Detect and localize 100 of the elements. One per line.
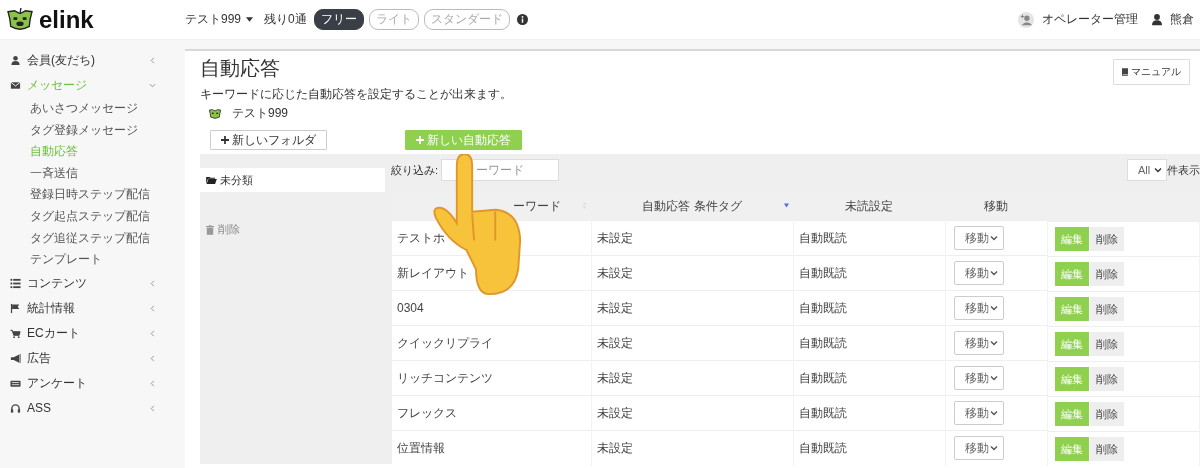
chevron-icon [989, 340, 998, 346]
logo-text: elink [39, 5, 94, 34]
sidebar-icon [10, 402, 21, 414]
add-user-icon[interactable] [1018, 11, 1034, 28]
book-icon [1122, 68, 1128, 76]
folder-icon [206, 176, 217, 184]
plus-icon [221, 136, 229, 144]
sidebar-icon [10, 277, 21, 289]
move-select[interactable]: 移動 [953, 296, 1004, 320]
operator-link[interactable]: オペレーター管理 [1042, 11, 1138, 28]
sidebar-item[interactable]: ASS [0, 395, 170, 421]
account-dropdown[interactable]: テスト999 [185, 11, 242, 28]
table-cell: 未設定 [591, 290, 793, 326]
sidebar-icon [10, 352, 21, 364]
chevron-icon [149, 57, 156, 64]
trash-icon [206, 224, 214, 235]
info-icon[interactable] [516, 14, 528, 25]
move-select[interactable]: 移動 [953, 436, 1004, 461]
move-select[interactable]: 移動 [953, 261, 1004, 285]
delete-button[interactable]: 削除 [1089, 367, 1124, 391]
chevron-icon [989, 445, 998, 452]
chevron-icon [149, 279, 156, 287]
plus-icon [416, 136, 424, 144]
sidebar-item[interactable]: アンケート [0, 370, 170, 396]
chevron-icon [989, 235, 998, 241]
dog-logo-icon [5, 7, 35, 32]
move-select[interactable]: 移動 [953, 366, 1004, 390]
sidebar-icon [10, 55, 21, 66]
table-cell: 自動既読 [793, 220, 945, 256]
table-cell: 未設定 [591, 360, 793, 396]
sidebar-subitem[interactable]: あいさつメッセージ [0, 98, 170, 120]
sidebar-item[interactable]: 統計情報 [0, 295, 170, 321]
page-description: キーワードに応じた自動応答を設定することが出来ます。 [200, 86, 513, 103]
filter-label: 絞り込み: [391, 162, 439, 178]
table-cell: 自動既読 [793, 360, 945, 396]
plan-badge: ライト [368, 9, 419, 30]
chevron-icon [149, 304, 156, 312]
folder-item[interactable]: 未分類 [200, 168, 385, 192]
page-size-select[interactable]: All [1127, 159, 1167, 181]
delete-button[interactable]: 削除 [1089, 227, 1124, 251]
table-cell: 自動既読 [793, 430, 945, 466]
move-select[interactable]: 移動 [953, 331, 1004, 355]
caret-icon [246, 17, 254, 22]
table-cell: リッチコンテンツ [392, 360, 591, 396]
chevron-icon [149, 404, 156, 412]
chevron-icon [149, 354, 156, 362]
sidebar-icon [10, 327, 21, 339]
sidebar-subitem[interactable]: テンプレート [0, 249, 170, 271]
chevron-icon [149, 329, 156, 337]
sidebar-item[interactable]: コンテンツ [0, 270, 170, 296]
sidebar-item[interactable]: 広告 [0, 345, 170, 371]
table-cell: 自動既読 [793, 325, 945, 361]
sidebar-icon [10, 80, 21, 91]
sidebar-item[interactable]: ECカート [0, 320, 170, 346]
table-cell: クイックリプライ [392, 325, 591, 361]
sidebar-subitem[interactable]: タグ起点ステップ配信 [0, 205, 170, 228]
user-name[interactable]: 熊倉 [1170, 11, 1194, 28]
chevron-icon [989, 410, 998, 416]
chevron-icon [989, 270, 998, 276]
chevron-icon [1154, 167, 1162, 173]
table-cell: フレックス [392, 395, 591, 431]
table-cell: 未設定 [591, 325, 793, 361]
table-cell: 未設定 [591, 220, 793, 256]
table-cell: 位置情報 [392, 430, 591, 466]
new-folder-button[interactable]: 新しいフォルダ [210, 130, 327, 150]
delete-button[interactable]: 削除 [1089, 332, 1124, 356]
user-icon [1152, 13, 1162, 26]
table-cell: 未設定 [591, 255, 793, 291]
chevron-icon [989, 305, 998, 311]
page-size-label: 件表示 [1167, 162, 1200, 178]
table-cell: 自動既読 [793, 395, 945, 431]
chevron-icon [149, 379, 156, 387]
table-cell: 未設定 [591, 430, 793, 466]
chevron-icon [989, 375, 998, 381]
move-select[interactable]: 移動 [953, 401, 1004, 425]
table-cell: 未設定 [591, 395, 793, 431]
table-cell: 自動既読 [793, 255, 945, 291]
column-header[interactable]: 移動 [945, 192, 1047, 221]
manual-button[interactable]: マニュアル [1113, 59, 1190, 85]
plan-badge: フリー [313, 9, 364, 30]
column-header[interactable]: 自動応答 条件タグ [591, 192, 793, 221]
sidebar-subitem[interactable]: 登録日時ステップ配信 [0, 184, 170, 206]
sidebar-icon [10, 302, 21, 314]
column-header[interactable]: 未読設定 [793, 192, 945, 221]
move-select[interactable]: 移動 [953, 226, 1004, 250]
delete-button[interactable]: 削除 [1089, 262, 1124, 286]
dog-avatar-icon [208, 107, 222, 120]
delete-button[interactable]: 削除 [1089, 297, 1124, 321]
sidebar-item[interactable]: 会員(友だち) [0, 48, 170, 73]
sidebar-subitem[interactable]: 一斉送信 [0, 162, 170, 185]
sidebar-subitem[interactable]: タグ登録メッセージ [0, 119, 170, 142]
remaining-count: 残り0通 [264, 11, 307, 28]
plan-badge: スタンダード [423, 9, 510, 30]
delete-button[interactable]: 削除 [1089, 402, 1124, 426]
chevron-icon [149, 82, 156, 89]
sidebar-subitem[interactable]: タグ追従ステップ配信 [0, 227, 170, 250]
account-name: テスト999 [232, 105, 289, 122]
delete-button[interactable]: 削除 [1089, 437, 1124, 461]
sort-desc-icon [784, 202, 789, 209]
page-title: 自動応答 [200, 56, 281, 81]
